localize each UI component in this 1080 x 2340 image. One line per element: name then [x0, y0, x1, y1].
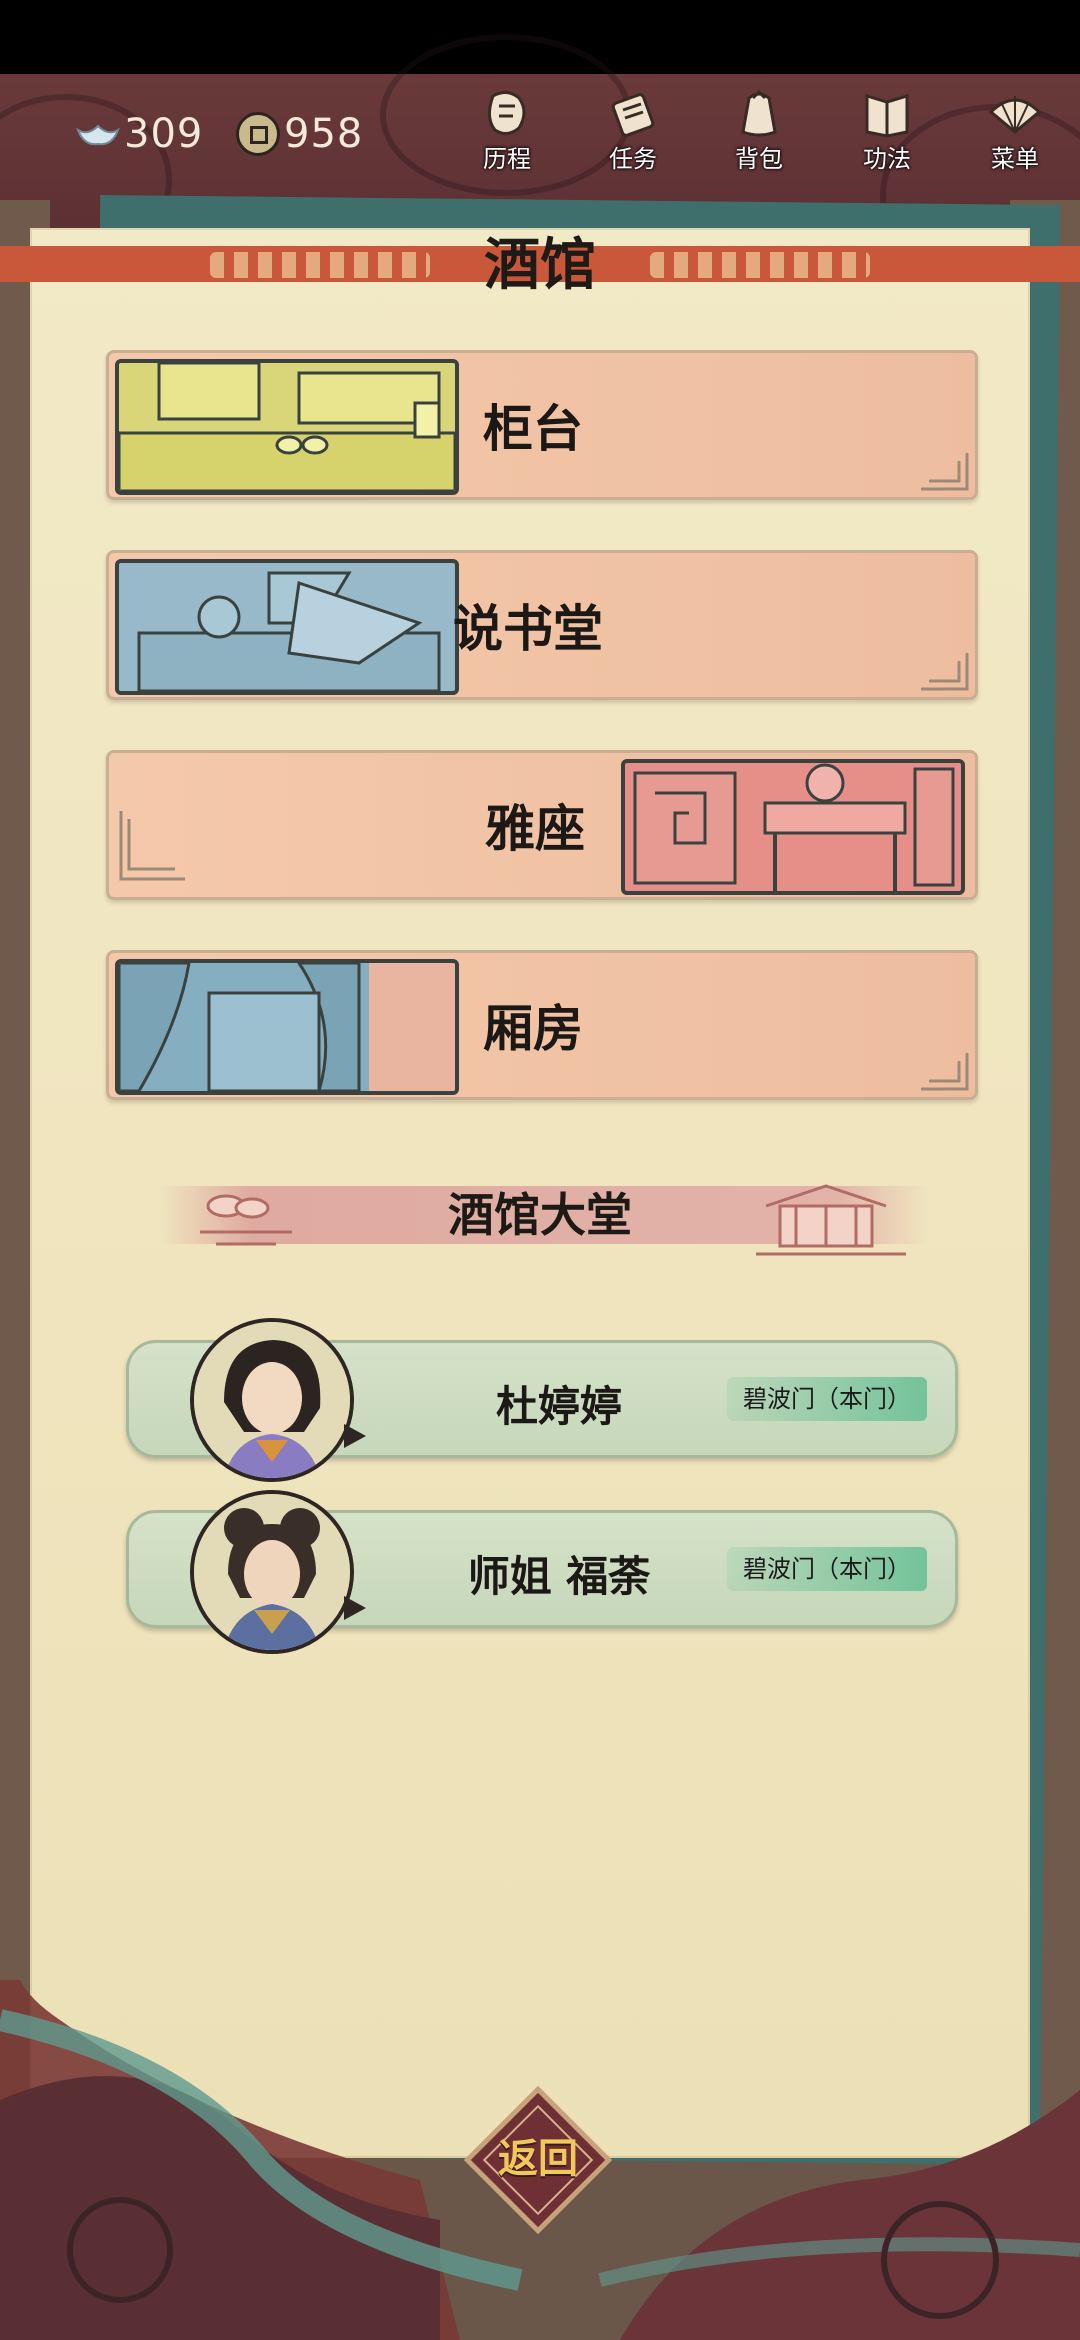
room-guest-room[interactable]: 厢房	[106, 950, 978, 1100]
avatar-pointer	[344, 1596, 366, 1620]
coin-counter: 958	[232, 104, 363, 164]
room-elegant-seat-label: 雅座	[485, 800, 585, 858]
nav-skill-label: 功法	[863, 145, 911, 173]
nav-menu-label: 菜单	[991, 145, 1039, 173]
nav-skill-button[interactable]: 功法	[842, 88, 932, 178]
nav-bag-label: 背包	[735, 145, 783, 173]
teacup-icon	[200, 1194, 292, 1246]
room-guest-room-label: 厢房	[483, 1000, 583, 1058]
npc-sect-badge: 碧波门（本门）	[727, 1547, 927, 1591]
silver-value: 309	[124, 111, 204, 157]
npc-avatar[interactable]	[190, 1318, 354, 1482]
back-button[interactable]: 返回	[458, 2126, 618, 2184]
room-storytelling-label: 说书堂	[453, 600, 603, 658]
silver-ingot-icon	[76, 124, 120, 146]
page-title: 酒馆	[484, 233, 596, 298]
corner-ornament	[921, 653, 969, 691]
task-scroll-icon	[611, 93, 655, 137]
room-counter[interactable]: 柜台	[106, 350, 978, 500]
nav-task-label: 任务	[609, 145, 657, 173]
npc-avatar[interactable]	[190, 1490, 354, 1654]
nav-history-button[interactable]: 历程	[462, 88, 552, 178]
corner-ornament	[921, 453, 969, 491]
nav-bag-button[interactable]: 背包	[714, 88, 804, 178]
tavern-building-icon	[756, 1184, 906, 1256]
guest-room-illustration	[115, 959, 459, 1095]
book-icon	[865, 93, 909, 138]
nav-history-label: 历程	[483, 145, 531, 173]
npc-name: 杜婷婷	[495, 1382, 622, 1431]
coin-value: 958	[284, 111, 364, 157]
counter-illustration	[115, 359, 459, 495]
room-elegant-seat[interactable]: 雅座	[106, 750, 978, 900]
storytelling-illustration	[115, 559, 459, 695]
history-icon	[488, 91, 526, 135]
hall-title: 酒馆大堂	[448, 1188, 632, 1242]
room-counter-label: 柜台	[483, 400, 583, 458]
nav-task-button[interactable]: 任务	[588, 88, 678, 178]
avatar-pointer	[344, 1424, 366, 1448]
copper-coin-icon	[236, 112, 280, 156]
corner-ornament	[921, 1053, 969, 1091]
silver-counter: 309	[76, 104, 203, 164]
corner-ornament	[119, 811, 185, 881]
elegant-seat-illustration	[621, 759, 965, 895]
backpack-icon	[741, 89, 777, 137]
room-storytelling[interactable]: 说书堂	[106, 550, 978, 700]
npc-sect-badge: 碧波门（本门）	[727, 1377, 927, 1421]
nav-menu-button[interactable]: 菜单	[970, 88, 1060, 178]
fan-menu-icon	[988, 96, 1042, 134]
npc-name: 师姐 福荼	[467, 1552, 651, 1601]
